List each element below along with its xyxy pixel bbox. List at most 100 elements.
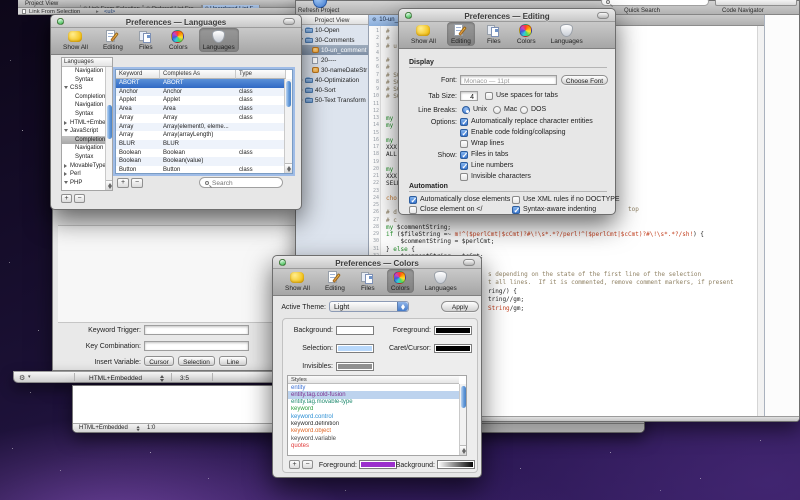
language-item-perl[interactable]: Perl: [62, 170, 106, 179]
disclosure-right-icon[interactable]: [64, 164, 67, 168]
table-row[interactable]: BLURBLUR: [116, 140, 284, 149]
toolbar-item-show-all[interactable]: Show All: [281, 269, 314, 293]
toolbar-item-editing[interactable]: Editing: [321, 269, 349, 293]
popup-arrows-icon[interactable]: [160, 375, 165, 382]
style-item-keyword-object[interactable]: keyword.object: [288, 428, 459, 435]
checkbox-use-xml-rules-if-no-doctype[interactable]: Use XML rules if no DOCTYPE: [512, 196, 620, 204]
style-item-keyword-variable[interactable]: keyword.variable: [288, 435, 459, 442]
table-row[interactable]: BooleanBooleanclass: [116, 149, 284, 158]
checkbox[interactable]: [485, 92, 493, 100]
toolbar-item-show-all[interactable]: Show All: [407, 22, 440, 46]
checkbox[interactable]: [409, 206, 417, 214]
checkbox[interactable]: [460, 173, 468, 181]
checkbox-line-numbers[interactable]: Line numbers: [460, 162, 513, 170]
table-row[interactable]: ButtonButtonclass: [116, 166, 284, 173]
language-item-navigation[interactable]: Navigation: [62, 144, 106, 153]
radio-unix[interactable]: Unix: [462, 106, 487, 114]
table-row[interactable]: ArrayArray(arrayLength): [116, 131, 284, 140]
languages-list-header[interactable]: Languages: [62, 58, 112, 67]
style-item-entity-tag-cold-fusion[interactable]: entity.tag.cold-fusion: [288, 391, 459, 398]
checkbox[interactable]: [460, 118, 468, 126]
language-item-syntax[interactable]: Syntax: [62, 76, 106, 85]
radio-button[interactable]: [493, 106, 501, 114]
popup-arrows-icon[interactable]: [137, 426, 141, 432]
language-popup[interactable]: HTML+Embedded: [79, 425, 128, 431]
language-popup[interactable]: HTML+Embedded: [89, 375, 142, 382]
tree-item-20-[interactable]: 20----: [296, 55, 368, 65]
toolbar-item-files[interactable]: Files: [134, 28, 158, 52]
color-swatch[interactable]: [434, 326, 472, 335]
language-item-javascript[interactable]: JavaScript: [62, 127, 106, 136]
toolbar-item-files[interactable]: Files: [482, 22, 506, 46]
title-bar[interactable]: Preferences — Colors: [273, 256, 481, 269]
style-item-quotes[interactable]: quotes: [288, 442, 459, 449]
toolbar-toggle-button[interactable]: [597, 12, 609, 19]
scrollbar-arrows[interactable]: [460, 445, 466, 455]
table-row[interactable]: ArrayArrayclass: [116, 114, 284, 123]
column-header-completes-as[interactable]: Completes As: [160, 70, 236, 79]
toolbar-toggle-button[interactable]: [463, 259, 475, 266]
scrollbar-thumb[interactable]: [286, 81, 291, 107]
languages-scrollbar[interactable]: [105, 67, 112, 190]
table-row[interactable]: ArrayArray(element0, eleme...: [116, 123, 284, 132]
language-item-css[interactable]: CSS: [62, 84, 106, 93]
color-swatch[interactable]: [336, 326, 374, 335]
toolbar-item-colors[interactable]: Colors: [513, 22, 540, 46]
tree-item-50-text-transform[interactable]: 50-Text Transform: [296, 95, 368, 105]
column-header-type[interactable]: Type: [236, 70, 286, 79]
checkbox-wrap-lines[interactable]: Wrap lines: [460, 140, 504, 148]
add-language-button[interactable]: +: [61, 194, 72, 203]
quick-search-field[interactable]: [601, 0, 709, 6]
title-bar[interactable]: Preferences — Languages: [51, 15, 301, 28]
key-combination-field[interactable]: [144, 341, 249, 351]
choose-font-button[interactable]: Choose Font: [561, 75, 608, 85]
disclosure-right-icon[interactable]: [64, 172, 67, 176]
tree-item-10-open[interactable]: 10-Open: [296, 25, 368, 35]
table-row[interactable]: BooleanBoolean(value): [116, 157, 284, 166]
style-background-swatch[interactable]: [437, 460, 475, 469]
keyword-trigger-field[interactable]: [144, 325, 249, 335]
apply-button[interactable]: Apply: [441, 301, 479, 312]
checkbox[interactable]: [460, 151, 468, 159]
tree-item-40-optimization[interactable]: 40-Optimization: [296, 75, 368, 85]
toolbar-toggle-button[interactable]: [283, 18, 295, 25]
use-spaces-checkbox[interactable]: Use spaces for tabs: [485, 92, 558, 100]
toolbar-item-editing[interactable]: Editing: [99, 28, 127, 52]
gear-menu-arrow-icon[interactable]: ▾: [28, 374, 31, 380]
tree-item-30-namedatestr[interactable]: 30-nameDateStr: [296, 65, 368, 75]
gear-icon[interactable]: ⚙: [19, 374, 25, 382]
language-item-html-embedded[interactable]: HTML+Embedded: [62, 119, 106, 128]
editor-scrollbar[interactable]: [757, 26, 764, 416]
toolbar-item-languages[interactable]: Languages: [547, 22, 587, 46]
style-item-keyword[interactable]: keyword: [288, 406, 459, 413]
title-bar[interactable]: Preferences — Editing: [399, 9, 615, 22]
styles-header[interactable]: Styles: [288, 376, 459, 384]
language-item-completion[interactable]: Completion: [62, 136, 106, 145]
disclosure-down-icon[interactable]: [64, 129, 68, 132]
toolbar-item-show-all[interactable]: Show All: [59, 28, 92, 52]
code-navigator-button[interactable]: [715, 0, 797, 6]
tree-item-10-un-comment[interactable]: 10-un_comment: [296, 45, 368, 55]
color-swatch[interactable]: [336, 344, 374, 353]
style-item-entity[interactable]: entity: [288, 384, 459, 391]
checkbox-automatically-close-elements[interactable]: Automatically close elements: [409, 196, 510, 204]
tree-item-40-sort[interactable]: 40-Sort: [296, 85, 368, 95]
radio-button[interactable]: [520, 106, 528, 114]
scrollbar-thumb[interactable]: [107, 105, 112, 139]
refresh-project-icon[interactable]: [313, 0, 327, 8]
checkbox[interactable]: [512, 196, 520, 204]
styles-scrollbar[interactable]: [459, 384, 466, 455]
checkbox[interactable]: [512, 206, 520, 214]
checkbox-enable-code-folding-collapsing[interactable]: Enable code folding/collapsing: [460, 129, 566, 137]
radio-button[interactable]: [462, 106, 470, 114]
tree-item-30-comments[interactable]: 30-Comments: [296, 35, 368, 45]
checkbox-close-element-on-[interactable]: Close element on </: [409, 206, 482, 214]
add-keyword-button[interactable]: +: [117, 178, 129, 188]
remove-language-button[interactable]: −: [74, 194, 85, 203]
scrollbar-arrows[interactable]: [106, 180, 112, 190]
radio-dos[interactable]: DOS: [520, 106, 546, 114]
table-row[interactable]: AppletAppletclass: [116, 96, 284, 105]
toolbar-item-languages[interactable]: Languages: [199, 28, 239, 52]
scrollbar-thumb[interactable]: [461, 386, 466, 408]
toolbar-item-colors[interactable]: Colors: [165, 28, 192, 52]
